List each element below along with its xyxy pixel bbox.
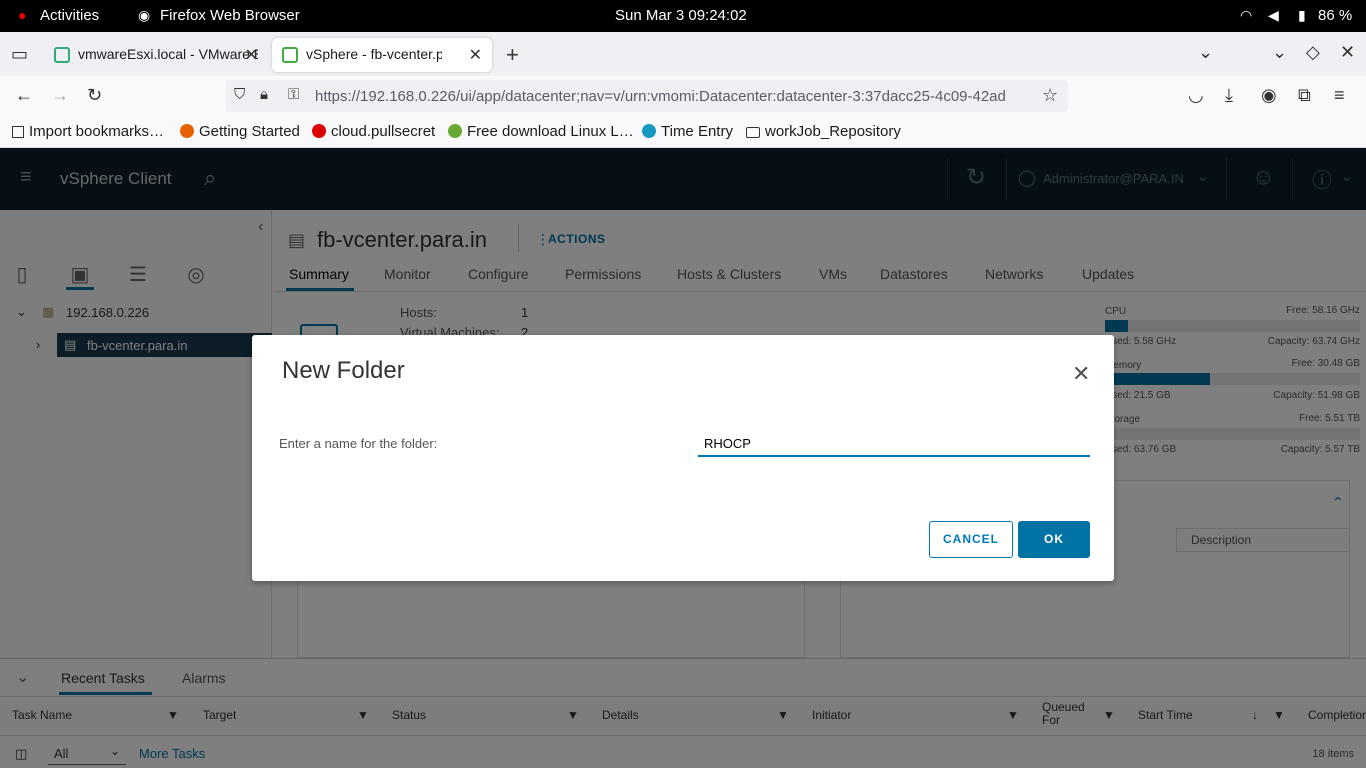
bookmark-label: Import bookmarks… [29,123,165,140]
folder-name-input[interactable] [698,431,1090,457]
tab-title: vSphere - fb-vcenter.para.in - Summary [306,46,442,62]
system-top-bar: ● Activities ◉ Firefox Web Browser Sun M… [0,0,1366,32]
clock[interactable]: Sun Mar 3 09:24:02 [615,7,747,24]
folder-name-label: Enter a name for the folder: [279,436,438,451]
reload-icon[interactable]: ↻ [87,85,102,106]
battery-icon[interactable]: ▮ [1298,7,1306,24]
firefox-icon [180,124,194,138]
browser-tab-strip: ▭ vmwareEsxi.local - VMware ESXi ✕ vSphe… [0,32,1366,76]
browser-nav-bar: ← → ↻ ⛉ 🔒︎ ⚿ https://192.168.0.226/ui/ap… [0,76,1366,116]
vsphere-favicon-icon [282,47,298,63]
leaf-icon [448,124,462,138]
bookmark-linux[interactable]: Free download Linux L… [448,123,634,140]
back-icon[interactable]: ← [15,85,33,106]
bookmark-label: Free download Linux L… [467,123,634,140]
import-icon [12,126,24,138]
new-tab-icon[interactable]: + [506,42,519,68]
salesforce-icon [642,124,656,138]
bookmark-time-entry[interactable]: Time Entry [642,123,733,140]
activities-button[interactable]: Activities [40,7,99,24]
extensions-icon[interactable]: ⧉ [1298,85,1311,106]
menu-icon[interactable]: ≡ [1334,85,1345,106]
vmware-favicon-icon [54,47,70,63]
dialog-title: New Folder [282,357,405,384]
bookmark-getting-started[interactable]: Getting Started [180,123,300,140]
close-tab-icon[interactable]: ✕ [469,45,482,65]
cancel-button[interactable]: CANCEL [929,521,1013,558]
downloads-icon[interactable]: ⤓ [1225,85,1233,106]
close-tab-icon[interactable]: ✕ [245,45,258,65]
bookmark-label: Time Entry [661,123,733,140]
app-menu-label[interactable]: Firefox Web Browser [160,7,300,24]
redhat-logo-icon: ● [18,7,27,23]
key-icon[interactable]: ⚿ [288,86,299,103]
bookmark-label: workJob_Repository [765,123,901,140]
redhat-icon [312,124,326,138]
bookmark-star-icon[interactable]: ☆ [1042,85,1058,106]
bookmarks-bar: Import bookmarks… Getting Started cloud.… [0,116,1366,148]
account-icon[interactable]: ◉ [1261,85,1277,106]
tab-title: vmwareEsxi.local - VMware ESXi [78,46,258,62]
restore-icon[interactable]: ◇ [1306,42,1320,63]
url-text[interactable]: https://192.168.0.226/ui/app/datacenter;… [315,88,1033,105]
minimize-icon[interactable]: ⌄ [1272,42,1287,63]
firefox-app-icon: ◉ [138,7,151,23]
url-bar[interactable]: ⛉ 🔒︎ ⚿ https://192.168.0.226/ui/app/data… [226,80,1068,112]
tab-esxi[interactable]: vmwareEsxi.local - VMware ESXi ✕ [44,38,268,72]
list-all-tabs-icon[interactable]: ⌄ [1198,42,1213,63]
bookmark-label: Getting Started [199,123,300,140]
forward-icon[interactable]: → [51,85,69,106]
tab-vsphere[interactable]: vSphere - fb-vcenter.para.in - Summary ✕ [272,38,492,72]
bookmark-pullsecret[interactable]: cloud.pullsecret [312,123,435,140]
shield-icon[interactable]: ⛉ [234,86,245,103]
close-window-icon[interactable]: ✕ [1340,42,1355,63]
volume-icon[interactable]: ◀ [1268,7,1279,24]
firefox-view-icon[interactable]: ▭ [11,44,28,65]
bookmark-import[interactable]: Import bookmarks… [12,123,164,140]
pocket-icon[interactable]: ◡ [1188,85,1204,106]
close-icon[interactable]: ✕ [1072,361,1090,387]
wifi-icon[interactable]: ◠ [1240,7,1252,24]
ok-button[interactable]: OK [1018,521,1090,558]
bookmark-label: cloud.pullsecret [331,123,436,140]
new-folder-dialog: New Folder ✕ Enter a name for the folder… [252,335,1114,581]
lock-warning-icon[interactable]: 🔒︎ [260,86,268,103]
bookmark-workjob[interactable]: workJob_Repository [746,123,901,140]
folder-icon [746,127,760,138]
battery-percent: 86 % [1318,7,1353,24]
